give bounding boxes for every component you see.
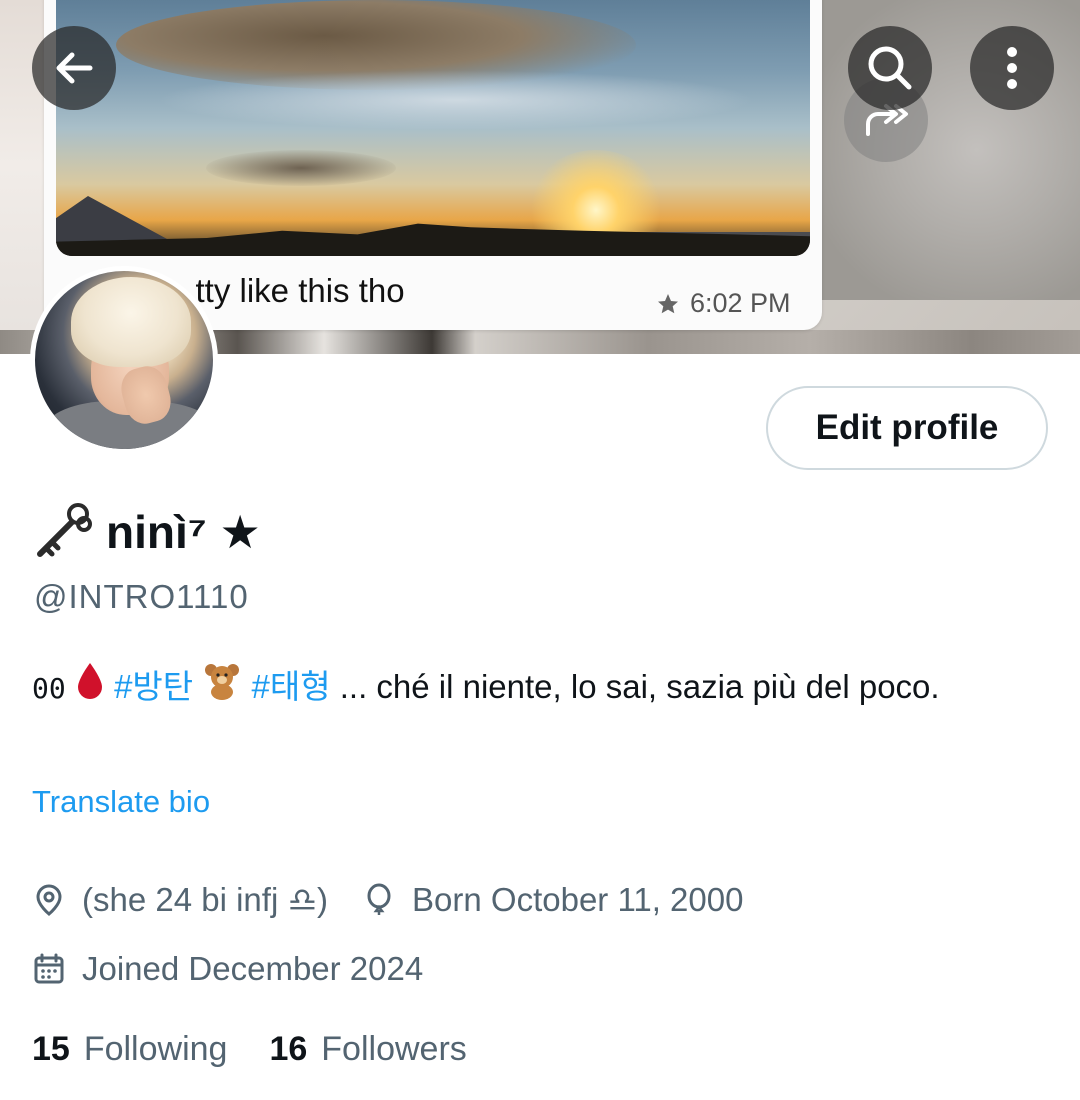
edit-profile-button[interactable]: Edit profile <box>766 386 1048 470</box>
arrow-left-icon <box>56 52 93 84</box>
back-button[interactable] <box>32 26 116 110</box>
avatar[interactable] <box>30 266 218 454</box>
profile-meta-row: (she 24 bi infj ♎) Born October 11, 2000 <box>32 880 743 919</box>
joined-row: Joined December 2024 <box>32 950 423 988</box>
display-name-row: ninì⁷ ★ <box>32 500 261 564</box>
search-button[interactable] <box>848 26 932 110</box>
user-handle: @INTRO1110 <box>34 578 249 615</box>
following-link[interactable]: 15 Following <box>32 1030 227 1069</box>
location-text: (she 24 bi infj ♎) <box>82 881 329 918</box>
followers-link[interactable]: 16 Followers <box>269 1030 466 1069</box>
following-label: Following <box>83 1030 228 1068</box>
old-key-icon <box>37 503 92 557</box>
profile-bio: 00 #방탄 #태형 ... ché il niente, lo sai, sa… <box>32 660 1032 717</box>
message-timestamp: 6:02 PM <box>656 288 791 319</box>
location-pin-icon <box>36 883 62 916</box>
follow-stats: 15 Following 16 Followers <box>32 1030 467 1069</box>
joined-text: Joined December 2024 <box>82 950 424 987</box>
more-vertical-icon <box>1007 47 1017 89</box>
star-icon <box>658 293 678 313</box>
bio-prefix-symbol: 00 <box>32 672 66 705</box>
followers-count: 16 <box>269 1030 308 1068</box>
balloon-icon <box>367 883 391 915</box>
search-icon <box>868 46 912 90</box>
hashtag-link[interactable]: #태형 <box>251 668 330 705</box>
translate-bio-link[interactable]: Translate bio <box>32 784 210 820</box>
blood-drop-icon <box>75 661 105 717</box>
timestamp-text: 6:02 PM <box>690 288 791 318</box>
following-count: 15 <box>32 1030 70 1068</box>
calendar-icon <box>34 953 64 984</box>
sunset-photo <box>56 0 810 256</box>
bio-text: ... ché il niente, lo sai, sazia più del… <box>330 668 940 705</box>
message-caption: ...tty like this tho <box>168 272 405 309</box>
more-options-button[interactable] <box>970 26 1054 110</box>
display-name: ninì⁷ ★ <box>106 506 261 558</box>
birthday-text: Born October 11, 2000 <box>412 880 744 918</box>
hashtag-link[interactable]: #방탄 <box>114 668 193 705</box>
followers-label: Followers <box>321 1030 467 1068</box>
teddy-bear-icon <box>202 661 242 717</box>
